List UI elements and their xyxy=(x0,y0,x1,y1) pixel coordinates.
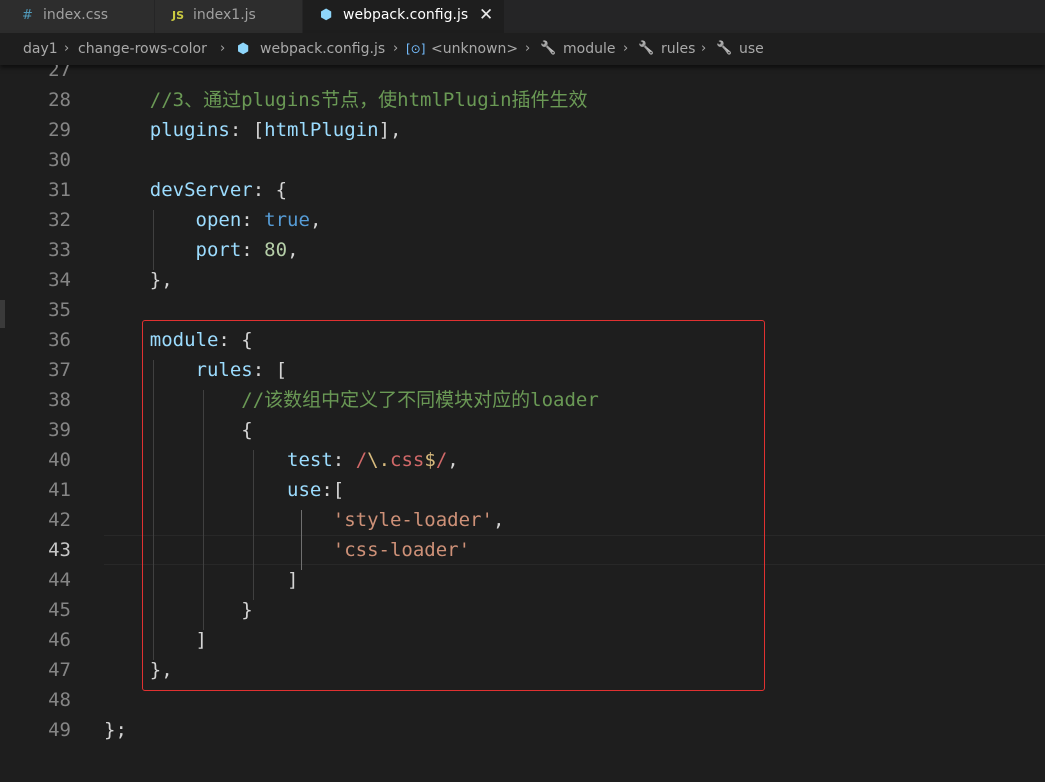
line-number: 30 xyxy=(48,149,71,171)
breadcrumb-module[interactable]: module xyxy=(563,33,615,65)
scrollbar-marker[interactable] xyxy=(0,300,5,328)
code-text: devServer: { xyxy=(104,175,287,205)
code-token: htmlPlugin xyxy=(264,119,379,141)
tab-label: index.css xyxy=(43,7,109,23)
line-number: 44 xyxy=(48,569,71,591)
code-line[interactable]: 49}; xyxy=(0,715,1045,745)
code-token: }; xyxy=(104,719,127,741)
code-token: , xyxy=(287,239,299,261)
line-number: 31 xyxy=(48,179,71,201)
line-number: 45 xyxy=(48,599,71,621)
tab-label: webpack.config.js xyxy=(343,7,469,23)
code-token: }, xyxy=(149,269,173,291)
wrench-icon: 🔧 xyxy=(638,41,655,56)
code-token: //3、通过plugins节点，使htmlPlugin插件生效 xyxy=(149,89,588,111)
line-number: 49 xyxy=(48,719,71,741)
breadcrumb-separator: › xyxy=(220,41,226,56)
breadcrumb-change-rows-color[interactable]: change-rows-color xyxy=(78,33,207,65)
line-number: 47 xyxy=(48,659,71,681)
line-number: 34 xyxy=(48,269,71,291)
highlight-box xyxy=(142,320,765,691)
breadcrumb: day1 › change-rows-color › ⬢ webpack.con… xyxy=(0,33,1045,65)
code-line[interactable]: 27 xyxy=(0,65,1045,85)
line-number: 39 xyxy=(48,419,71,441)
code-token: : xyxy=(241,209,265,231)
line-number: 33 xyxy=(48,239,71,261)
line-number: 27 xyxy=(48,65,71,81)
line-number: 37 xyxy=(48,359,71,381)
wrench-icon: 🔧 xyxy=(716,41,733,56)
wrench-icon: 🔧 xyxy=(540,41,557,56)
code-line[interactable]: 32 open: true, xyxy=(0,205,1045,235)
code-text: //3、通过plugins节点，使htmlPlugin插件生效 xyxy=(104,85,588,115)
code-token: port xyxy=(195,239,242,261)
js-file-icon: JS xyxy=(172,9,185,22)
breadcrumb-unknown[interactable]: <unknown> xyxy=(431,33,518,65)
code-token: : { xyxy=(252,179,288,201)
code-text: plugins: [htmlPlugin], xyxy=(104,115,402,145)
breadcrumb-day1[interactable]: day1 xyxy=(23,33,58,65)
webpack-file-icon: ⬢ xyxy=(320,7,333,23)
variable-icon: [⊙] xyxy=(406,42,426,56)
code-line[interactable]: 30 xyxy=(0,145,1045,175)
breadcrumb-separator: › xyxy=(701,41,707,56)
breadcrumb-rules[interactable]: rules xyxy=(661,33,695,65)
css-file-icon: # xyxy=(22,8,33,23)
close-icon[interactable]: ✕ xyxy=(479,0,493,31)
line-number: 48 xyxy=(48,689,71,711)
line-number: 28 xyxy=(48,89,71,111)
tab-bar: # index.css JS index1.js ⬢ webpack.confi… xyxy=(0,0,1045,33)
code-text: port: 80, xyxy=(104,235,299,265)
webpack-file-icon: ⬢ xyxy=(237,41,250,57)
code-editor[interactable]: 27 28 //3、通过plugins节点，使htmlPlugin插件生效 29 p… xyxy=(0,65,1045,782)
breadcrumb-webpack-config[interactable]: webpack.config.js xyxy=(260,33,385,65)
breadcrumb-separator: › xyxy=(64,41,70,56)
code-line[interactable]: 29 plugins: [htmlPlugin], xyxy=(0,115,1045,145)
breadcrumb-separator: › xyxy=(525,41,531,56)
code-text: }, xyxy=(104,265,173,295)
code-line[interactable]: 31 devServer: { xyxy=(0,175,1045,205)
code-text: open: true, xyxy=(104,205,322,235)
breadcrumb-separator: › xyxy=(623,41,629,56)
line-number: 42 xyxy=(48,509,71,531)
code-token: open xyxy=(195,209,242,231)
code-token: : [ xyxy=(229,119,265,141)
line-number: 46 xyxy=(48,629,71,651)
line-number: 29 xyxy=(48,119,71,141)
code-line[interactable]: 28 //3、通过plugins节点，使htmlPlugin插件生效 xyxy=(0,85,1045,115)
line-number: 32 xyxy=(48,209,71,231)
tab-index-css[interactable]: # index.css xyxy=(0,0,155,33)
line-number: 35 xyxy=(48,299,71,321)
line-number: 40 xyxy=(48,449,71,471)
line-number: 41 xyxy=(48,479,71,501)
line-number: 43 xyxy=(48,539,71,561)
code-token: devServer xyxy=(149,179,253,201)
code-token: ], xyxy=(378,119,402,141)
code-token: true xyxy=(264,209,310,231)
line-number: 36 xyxy=(48,329,71,351)
line-number: 38 xyxy=(48,389,71,411)
code-token: plugins xyxy=(149,119,230,141)
code-token: 80 xyxy=(264,239,288,261)
code-line[interactable]: 33 port: 80, xyxy=(0,235,1045,265)
code-token: , xyxy=(309,209,322,231)
tab-webpack-config[interactable]: ⬢ webpack.config.js ✕ xyxy=(303,0,505,33)
breadcrumb-use[interactable]: use xyxy=(739,33,764,65)
tab-label: index1.js xyxy=(193,7,256,23)
tab-index1-js[interactable]: JS index1.js xyxy=(155,0,303,33)
code-text: }; xyxy=(104,715,127,745)
code-token: : xyxy=(241,239,265,261)
code-line[interactable]: 34 }, xyxy=(0,265,1045,295)
breadcrumb-separator: › xyxy=(393,41,399,56)
